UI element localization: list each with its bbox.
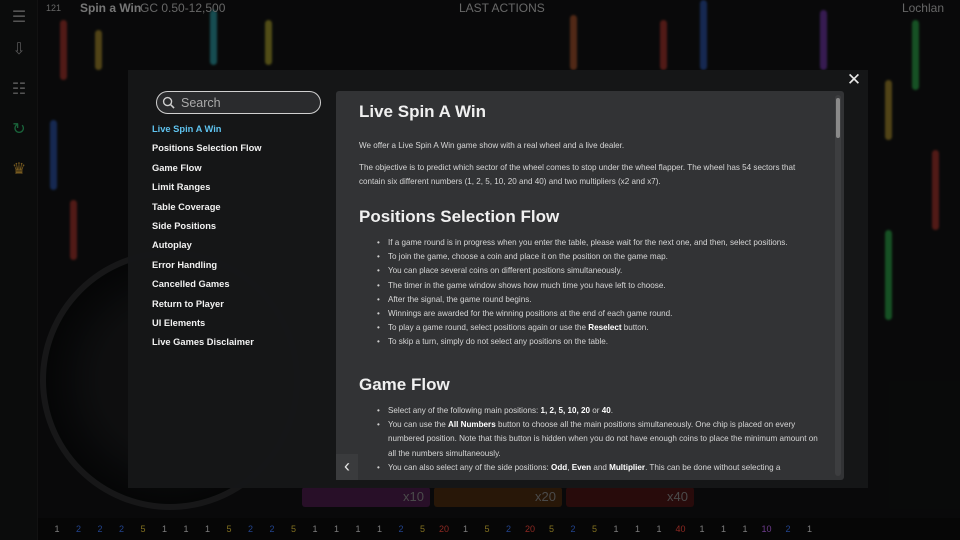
list-item: The timer in the game window shows how m…: [359, 279, 819, 293]
nav-item[interactable]: Cancelled Games: [152, 277, 332, 296]
collapse-button[interactable]: ‹: [336, 454, 358, 480]
help-content: Live Spin A Win We offer a Live Spin A W…: [336, 91, 844, 480]
text: . This can be done without selecting a: [645, 462, 781, 472]
objective-text: The objective is to predict which sector…: [359, 163, 796, 186]
search-box: [156, 91, 321, 114]
close-button[interactable]: ✕: [846, 70, 862, 89]
bold-text: Reselect: [588, 323, 622, 333]
nav-item[interactable]: Side Positions: [152, 219, 332, 238]
text: and: [591, 462, 610, 472]
text: You can use the: [388, 420, 449, 430]
bold-text: 40: [601, 406, 611, 415]
bold-text: Multiplier: [609, 462, 646, 472]
nav-item[interactable]: Return to Player: [152, 297, 332, 316]
text: To play a game round, select positions a…: [388, 323, 589, 333]
content-scrollbar[interactable]: [835, 95, 841, 476]
section-title: Live Spin A Win: [359, 102, 487, 121]
nav-item[interactable]: Limit Ranges: [152, 180, 332, 199]
bullet-list: If a game round is in progress when you …: [359, 236, 819, 350]
search-input[interactable]: [181, 95, 316, 111]
list-item: To play a game round, select positions a…: [359, 321, 819, 335]
help-nav: Live Spin A Win Positions Selection Flow G…: [152, 122, 332, 355]
search-icon: [162, 96, 175, 109]
bold-text: 1, 2, 5, 10, 20: [540, 406, 591, 415]
close-icon: ✕: [846, 70, 862, 89]
nav-item[interactable]: Autoplay: [152, 238, 332, 257]
nav-item[interactable]: Live Spin A Win: [152, 122, 332, 141]
list-item: If a game round is in progress when you …: [359, 236, 819, 250]
nav-item[interactable]: Error Handling: [152, 258, 332, 277]
bullet-list: Select any of the following main positio…: [359, 404, 819, 475]
list-item: Winnings are awarded for the winning pos…: [359, 307, 819, 321]
list-item: To skip a turn, simply do not select any…: [359, 335, 819, 349]
list-item: You can place several coins on different…: [359, 264, 819, 278]
nav-item[interactable]: Positions Selection Flow: [152, 141, 332, 160]
nav-item[interactable]: UI Elements: [152, 316, 332, 335]
bold-text: All Numbers: [448, 420, 496, 430]
text: or: [590, 406, 602, 415]
intro-text: We offer a Live Spin A Win game show wit…: [359, 141, 625, 150]
list-item: After the signal, the game round begins.: [359, 293, 819, 307]
list-item: Select any of the following main positio…: [359, 404, 819, 418]
section-title: Positions Selection Flow: [359, 207, 560, 226]
list-item: You can use the All Numbers button to ch…: [359, 418, 819, 461]
text: .: [610, 406, 613, 415]
list-item: To join the game, choose a coin and plac…: [359, 250, 819, 264]
section-title: Game Flow: [359, 375, 450, 394]
text: Select any of the following main positio…: [388, 406, 541, 415]
nav-item[interactable]: Table Coverage: [152, 200, 332, 219]
bold-text: Odd: [551, 462, 568, 472]
nav-item[interactable]: Game Flow: [152, 161, 332, 180]
nav-item[interactable]: Live Games Disclaimer: [152, 335, 332, 354]
list-item: You can also select any of the side posi…: [359, 461, 819, 475]
scrollbar-thumb[interactable]: [836, 98, 840, 138]
text: button.: [621, 323, 649, 333]
bold-text: Even: [571, 462, 592, 472]
text: You can also select any of the side posi…: [388, 462, 552, 472]
chevron-left-icon: ‹: [344, 456, 350, 476]
